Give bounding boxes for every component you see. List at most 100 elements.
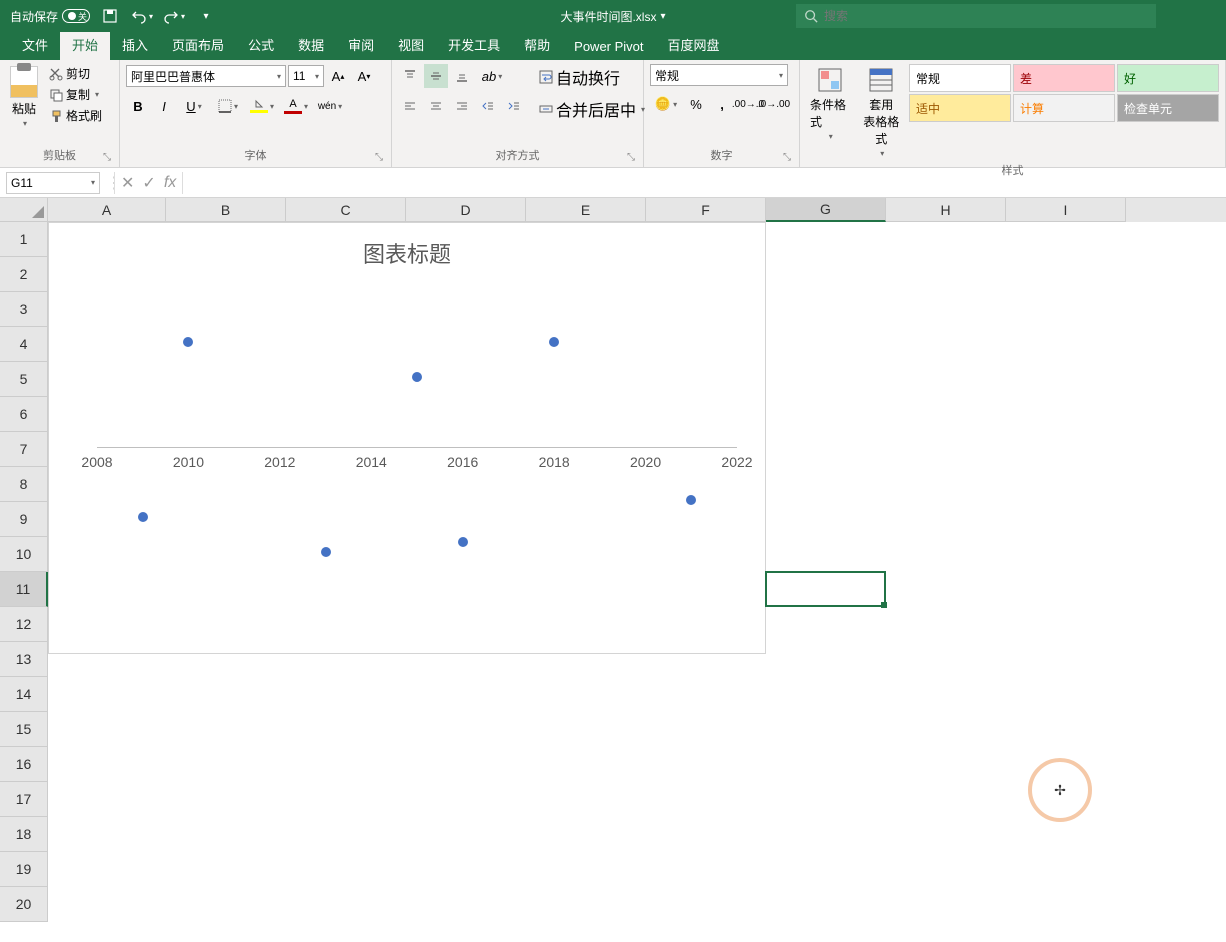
copy-button[interactable]: 复制▾	[46, 85, 105, 104]
format-as-table-button[interactable]: 套用 表格格式▾	[858, 64, 906, 160]
col-header-E[interactable]: E	[526, 198, 646, 222]
align-dialog[interactable]: ⤡	[627, 152, 635, 163]
tab-数据[interactable]: 数据	[286, 29, 336, 60]
align-right-button[interactable]	[450, 94, 474, 118]
row-header-11[interactable]: 11	[0, 572, 48, 607]
tab-百度网盘[interactable]: 百度网盘	[656, 29, 732, 60]
style-calculation[interactable]: 计算	[1013, 94, 1115, 122]
wrap-text-button[interactable]: 自动换行	[536, 64, 648, 90]
style-good[interactable]: 好	[1117, 64, 1219, 92]
col-header-B[interactable]: B	[166, 198, 286, 222]
border-button[interactable]: ▾	[212, 94, 244, 118]
undo-button[interactable]: ▾	[130, 4, 154, 28]
chart-point[interactable]	[183, 337, 193, 347]
embedded-chart[interactable]: 图表标题 20082010201220142016201820202022	[48, 222, 766, 654]
chart-point[interactable]	[138, 512, 148, 522]
font-color-button[interactable]: A▾	[280, 94, 312, 118]
row-header-16[interactable]: 16	[0, 747, 48, 782]
row-header-13[interactable]: 13	[0, 642, 48, 677]
autosave-toggle[interactable]: 自动保存 关	[10, 8, 90, 25]
tab-帮助[interactable]: 帮助	[512, 29, 562, 60]
col-header-G[interactable]: G	[766, 198, 886, 222]
tab-插入[interactable]: 插入	[110, 29, 160, 60]
align-middle-button[interactable]	[424, 64, 448, 88]
decrease-decimal-button[interactable]: .0→.00	[762, 92, 786, 116]
chart-point[interactable]	[549, 337, 559, 347]
save-button[interactable]	[98, 4, 122, 28]
cell-styles-gallery[interactable]: 常规 适中 差 计算 好 检查单元	[909, 64, 1219, 160]
redo-button[interactable]: ▾	[162, 4, 186, 28]
tab-页面布局[interactable]: 页面布局	[160, 29, 236, 60]
qat-customize[interactable]: ▾	[194, 4, 218, 28]
number-format-combo[interactable]: 常规▾	[650, 64, 788, 86]
chart-point[interactable]	[412, 372, 422, 382]
row-header-19[interactable]: 19	[0, 852, 48, 887]
tab-审阅[interactable]: 审阅	[336, 29, 386, 60]
accounting-format-button[interactable]: 🪙▾	[650, 92, 682, 116]
row-header-8[interactable]: 8	[0, 467, 48, 502]
col-header-H[interactable]: H	[886, 198, 1006, 222]
row-header-7[interactable]: 7	[0, 432, 48, 467]
cut-button[interactable]: 剪切	[46, 64, 105, 83]
font-name-combo[interactable]: 阿里巴巴普惠体▾	[126, 65, 286, 87]
increase-font-button[interactable]: A▴	[326, 64, 350, 88]
row-header-18[interactable]: 18	[0, 817, 48, 852]
spreadsheet-grid[interactable]: ABCDEFGHI 123456789101112131415161718192…	[0, 198, 1226, 922]
row-header-4[interactable]: 4	[0, 327, 48, 362]
row-header-20[interactable]: 20	[0, 887, 48, 922]
row-header-2[interactable]: 2	[0, 257, 48, 292]
format-painter-button[interactable]: 格式刷	[46, 106, 105, 125]
merge-center-button[interactable]: 合并后居中▾	[536, 96, 648, 122]
tab-公式[interactable]: 公式	[236, 29, 286, 60]
tab-开始[interactable]: 开始	[60, 29, 110, 60]
align-bottom-button[interactable]	[450, 64, 474, 88]
align-top-button[interactable]	[398, 64, 422, 88]
row-header-14[interactable]: 14	[0, 677, 48, 712]
fill-color-button[interactable]: ▾	[246, 94, 278, 118]
chart-point[interactable]	[458, 537, 468, 547]
paste-button[interactable]: 粘贴 ▾	[6, 64, 42, 145]
number-dialog[interactable]: ⤡	[783, 152, 791, 163]
align-center-button[interactable]	[424, 94, 448, 118]
tab-开发工具[interactable]: 开发工具	[436, 29, 512, 60]
conditional-format-button[interactable]: 条件格式▾	[806, 64, 854, 160]
row-header-1[interactable]: 1	[0, 222, 48, 257]
style-check[interactable]: 检查单元	[1117, 94, 1219, 122]
orientation-button[interactable]: ab▾	[476, 64, 508, 88]
enter-formula-button[interactable]: ✓	[142, 173, 155, 193]
style-neutral[interactable]: 适中	[909, 94, 1011, 122]
row-header-15[interactable]: 15	[0, 712, 48, 747]
selected-cell[interactable]	[765, 571, 886, 607]
chart-title[interactable]: 图表标题	[49, 223, 765, 277]
chart-point[interactable]	[686, 495, 696, 505]
percent-button[interactable]: %	[684, 92, 708, 116]
decrease-font-button[interactable]: A▾	[352, 64, 376, 88]
col-header-F[interactable]: F	[646, 198, 766, 222]
clipboard-dialog[interactable]: ⤡	[103, 152, 111, 163]
search-box[interactable]	[796, 4, 1156, 28]
style-normal[interactable]: 常规	[909, 64, 1011, 92]
col-header-D[interactable]: D	[406, 198, 526, 222]
comma-button[interactable]: ,	[710, 92, 734, 116]
row-header-6[interactable]: 6	[0, 397, 48, 432]
decrease-indent-button[interactable]	[476, 94, 500, 118]
row-header-12[interactable]: 12	[0, 607, 48, 642]
row-header-10[interactable]: 10	[0, 537, 48, 572]
tab-视图[interactable]: 视图	[386, 29, 436, 60]
phonetic-button[interactable]: wén▾	[314, 94, 346, 118]
font-size-combo[interactable]: 11▾	[288, 65, 324, 87]
fx-button[interactable]: fx	[164, 174, 176, 192]
style-bad[interactable]: 差	[1013, 64, 1115, 92]
col-header-C[interactable]: C	[286, 198, 406, 222]
search-input[interactable]	[824, 9, 1148, 23]
tab-文件[interactable]: 文件	[10, 29, 60, 60]
italic-button[interactable]: I	[152, 94, 176, 118]
cancel-formula-button[interactable]: ✕	[121, 173, 134, 193]
chart-point[interactable]	[321, 547, 331, 557]
row-header-5[interactable]: 5	[0, 362, 48, 397]
font-dialog[interactable]: ⤡	[375, 152, 383, 163]
align-left-button[interactable]	[398, 94, 422, 118]
row-header-17[interactable]: 17	[0, 782, 48, 817]
row-header-9[interactable]: 9	[0, 502, 48, 537]
increase-indent-button[interactable]	[502, 94, 526, 118]
